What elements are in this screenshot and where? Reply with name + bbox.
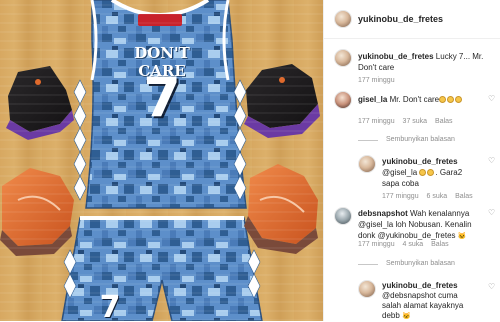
laugh-emoji-icon (439, 95, 463, 104)
jersey-number: 7 (143, 66, 181, 129)
post-photo[interactable]: DON'T CARE 7 7 (0, 0, 323, 321)
reply-text-2: salah alamat kayaknya (382, 301, 464, 310)
cat-emoji-icon: 🐱 (402, 313, 411, 320)
reply-username[interactable]: yukinobu_de_fretes (382, 157, 458, 166)
hide-replies-label: Sembunyikan balasan (386, 260, 455, 267)
reply-text-3: debb (382, 311, 400, 320)
reply-link[interactable]: Balas (455, 193, 473, 200)
reply-text-1: . Gara2 (435, 168, 463, 177)
like-heart-icon[interactable]: ♡ (488, 156, 495, 165)
comment-meta: 177 minggu 4 suka Balas (358, 241, 449, 248)
avatar[interactable] (358, 155, 376, 173)
reply-link[interactable]: Balas (435, 118, 453, 125)
cat-emoji-icon: 🐱 (457, 233, 467, 240)
comment-time: 177 minggu (358, 118, 395, 125)
laugh-emoji-icon (417, 168, 435, 177)
hide-replies-toggle[interactable]: Sembunyikan balasan (358, 259, 498, 271)
header-username[interactable]: yukinobu_de_fretes (358, 14, 443, 24)
reply-link[interactable]: Balas (431, 241, 449, 248)
comment-meta: 177 minggu 6 suka Balas (382, 193, 473, 200)
reply-mention[interactable]: @gisel_la (382, 168, 417, 177)
shorts-number: 7 (99, 290, 121, 321)
comment-time: 177 minggu (382, 193, 419, 200)
avatar[interactable] (334, 207, 352, 225)
caption-time: 177 minggu (358, 77, 395, 84)
comment-gisel: gisel_la Mr. Don't care ♡ 177 minggu 37 … (324, 90, 500, 130)
comment-text-1: Wah kenalannya (407, 209, 470, 218)
comment-time: 177 minggu (358, 241, 395, 248)
avatar[interactable] (334, 49, 352, 67)
avatar[interactable] (334, 91, 352, 109)
avatar[interactable] (334, 10, 352, 28)
comments-panel: yukinobu_de_fretes yukinobu_de_fretes Lu… (323, 0, 500, 321)
argyle-left (73, 79, 87, 201)
reply-yukinobu-2: yukinobu_de_fretes @debsnapshot cuma sal… (324, 276, 500, 321)
sneaker-orange-left (0, 168, 74, 256)
sneaker-black-right (244, 64, 320, 138)
like-heart-icon[interactable]: ♡ (488, 282, 495, 291)
caption-username[interactable]: yukinobu_de_fretes (358, 52, 434, 61)
comment-text-3: donk @yukinobu_de_fretes (358, 231, 456, 240)
reply-username[interactable]: yukinobu_de_fretes (382, 281, 458, 290)
reply-text-2: sapa coba (382, 179, 419, 188)
comment-likes[interactable]: 6 suka (427, 193, 448, 200)
reply-text-1: @debsnapshot cuma (382, 291, 458, 300)
caption: yukinobu_de_fretes Lucky 7... Mr. Don't … (324, 46, 500, 86)
comment-likes[interactable]: 4 suka (403, 241, 424, 248)
reply-yukinobu-1: yukinobu_de_fretes @gisel_la . Gara2 sap… (324, 152, 500, 204)
comment-username[interactable]: debsnapshot (358, 209, 408, 218)
jersey-badge (138, 14, 182, 26)
sneaker-black-left (6, 66, 74, 140)
post-header: yukinobu_de_fretes (324, 0, 500, 39)
like-heart-icon[interactable]: ♡ (488, 208, 495, 217)
comment-username[interactable]: gisel_la (358, 95, 387, 104)
like-heart-icon[interactable]: ♡ (488, 94, 495, 103)
comment-meta: 177 minggu 37 suka Balas (358, 118, 453, 125)
sneaker-orange-right (244, 164, 318, 254)
comment-likes[interactable]: 37 suka (403, 118, 428, 125)
comment-text: Mr. Don't care (387, 95, 440, 104)
avatar[interactable] (358, 280, 376, 298)
hide-replies-label: Sembunyikan balasan (386, 136, 455, 143)
comment-text-2: @gisel_la loh Nobusan. Kenalin (358, 220, 472, 229)
hide-replies-toggle[interactable]: Sembunyikan balasan (358, 135, 498, 147)
jersey-shorts (61, 217, 263, 321)
comment-debsnapshot: debsnapshot Wah kenalannya @gisel_la loh… (324, 204, 500, 252)
